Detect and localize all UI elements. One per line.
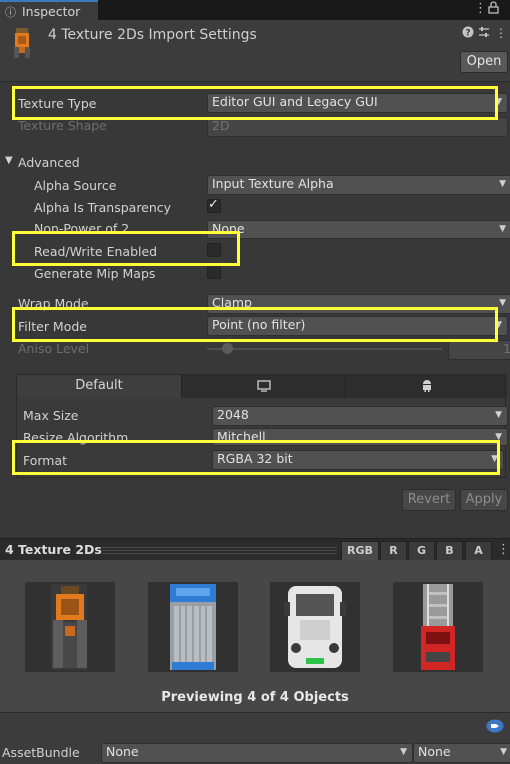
open-button[interactable]: Open [460, 51, 508, 73]
preview-title: 4 Texture 2Ds [5, 542, 102, 557]
apply-button[interactable]: Apply [460, 489, 508, 511]
more-options-icon[interactable]: ⋮ [474, 1, 487, 16]
texture-shape-value: 2D [212, 118, 230, 133]
texture-thumbnail [148, 582, 238, 672]
texture-thumbnail [393, 582, 483, 672]
filter-mode-label: Filter Mode [18, 319, 87, 334]
filter-mode-dropdown[interactable]: Point (no filter) ▼ [207, 316, 508, 336]
alpha-source-label: Alpha Source [34, 178, 117, 193]
monitor-icon [256, 378, 271, 393]
asset-bundle-variant-value: None [418, 744, 451, 759]
wrap-mode-label: Wrap Mode [18, 296, 89, 311]
tab-default-label: Default [75, 378, 123, 393]
tab-bar: ⓘ Inspector ⋮ [0, 0, 510, 20]
asset-bundle-name-dropdown[interactable]: None ▼ [101, 743, 413, 763]
inspector-title: 4 Texture 2Ds Import Settings [48, 27, 257, 43]
format-dropdown[interactable]: RGBA 32 bit ▼ [212, 450, 504, 470]
non-power-of-2-dropdown[interactable]: None ▼ [207, 220, 510, 239]
wrap-mode-dropdown[interactable]: Clamp ▼ [207, 294, 510, 314]
alpha-source-value: Input Texture Alpha [212, 176, 334, 191]
resize-algorithm-value: Mitchell [217, 429, 266, 444]
preview-header: 4 Texture 2Ds RGB R G B A ⋮ [0, 538, 510, 561]
settings-sliders-icon[interactable] [478, 26, 490, 41]
max-size-label: Max Size [23, 408, 79, 423]
asset-bundle-variant-dropdown[interactable]: None ▼ [413, 743, 510, 763]
channel-r-button[interactable]: R [380, 541, 407, 561]
lock-icon[interactable] [488, 1, 499, 18]
aniso-level-slider-track [207, 348, 442, 350]
asset-bundle-bar: AssetBundle None ▼ None ▼ [0, 712, 510, 764]
tab-standalone[interactable] [182, 375, 346, 398]
aniso-level-value: 1 [503, 341, 510, 356]
chevron-down-icon: ▼ [499, 224, 506, 234]
advanced-foldout-label[interactable]: Advanced [18, 155, 80, 170]
texture-shape-label: Texture Shape [18, 118, 107, 133]
texture-thumbnail [25, 582, 115, 672]
checkmark-icon: ✓ [208, 197, 219, 212]
revert-button[interactable]: Revert [402, 489, 456, 511]
preview-menu-icon[interactable]: ⋮ [497, 542, 510, 557]
texture-thumbnail [270, 582, 360, 672]
texture-type-value: Editor GUI and Legacy GUI [212, 94, 378, 109]
chevron-down-icon: ▼ [500, 747, 507, 757]
resize-algorithm-dropdown[interactable]: Mitchell ▼ [212, 428, 508, 446]
svg-text:?: ? [465, 29, 470, 39]
label-tag-icon[interactable] [486, 719, 504, 736]
tab-default[interactable]: Default [17, 375, 182, 398]
chevron-down-icon: ▼ [499, 179, 506, 189]
preview-area: Previewing 4 of 4 Objects [0, 560, 510, 712]
wrap-mode-value: Clamp [212, 295, 252, 310]
channel-rgb-button[interactable]: RGB [341, 541, 379, 561]
non-power-of-2-label: Non-Power of 2 [34, 221, 130, 236]
filter-mode-value: Point (no filter) [212, 317, 306, 332]
texture-type-dropdown[interactable]: Editor GUI and Legacy GUI ▼ [207, 93, 508, 113]
channel-g-button[interactable]: G [408, 541, 435, 561]
format-value: RGBA 32 bit [217, 451, 293, 466]
asset-bundle-label: AssetBundle [2, 745, 80, 760]
aniso-level-slider-thumb [222, 343, 233, 354]
generate-mip-maps-checkbox[interactable] [207, 265, 221, 279]
texture-asset-icon [12, 26, 32, 63]
texture-type-label: Texture Type [18, 96, 97, 111]
asset-bundle-name-value: None [106, 744, 139, 759]
kebab-menu-icon[interactable]: ⋮ [495, 26, 507, 40]
android-icon [421, 378, 433, 393]
chevron-down-icon: ▼ [495, 432, 502, 442]
generate-mip-maps-label: Generate Mip Maps [34, 266, 156, 281]
resize-algorithm-label: Resize Algorithm [23, 430, 129, 445]
read-write-enabled-checkbox[interactable] [207, 243, 221, 257]
non-power-of-2-value: None [212, 221, 245, 236]
chevron-down-icon: ▼ [495, 320, 502, 330]
channel-b-button[interactable]: B [436, 541, 463, 561]
tab-inspector[interactable]: ⓘ Inspector [0, 0, 98, 20]
chevron-down-icon: ▼ [400, 747, 407, 757]
help-icon[interactable]: ? [462, 26, 474, 41]
resize-grip[interactable] [102, 547, 337, 554]
chevron-down-icon: ▼ [499, 298, 506, 308]
alpha-is-transparency-label: Alpha Is Transparency [34, 200, 172, 215]
max-size-value: 2048 [217, 407, 249, 422]
tab-label: Inspector [22, 4, 81, 19]
aniso-level-field: 1 [448, 340, 510, 360]
inspector-header: 4 Texture 2Ds Import Settings ? ⋮ Open [0, 20, 510, 82]
tab-android[interactable] [346, 375, 507, 398]
preview-caption: Previewing 4 of 4 Objects [161, 690, 349, 705]
chevron-down-icon: ▼ [495, 410, 502, 420]
format-label: Format [23, 453, 68, 468]
read-write-enabled-label: Read/Write Enabled [34, 244, 158, 259]
foldout-arrow-icon[interactable]: ▼ [5, 155, 13, 166]
aniso-level-label: Aniso Level [18, 341, 90, 356]
texture-shape-dropdown: 2D [207, 117, 508, 137]
max-size-dropdown[interactable]: 2048 ▼ [212, 406, 508, 426]
alpha-is-transparency-checkbox[interactable]: ✓ [207, 197, 221, 213]
chevron-down-icon: ▼ [491, 454, 498, 464]
info-icon: ⓘ [5, 6, 16, 19]
channel-a-button[interactable]: A [465, 541, 492, 561]
chevron-down-icon: ▼ [495, 97, 502, 107]
alpha-source-dropdown[interactable]: Input Texture Alpha ▼ [207, 175, 510, 195]
